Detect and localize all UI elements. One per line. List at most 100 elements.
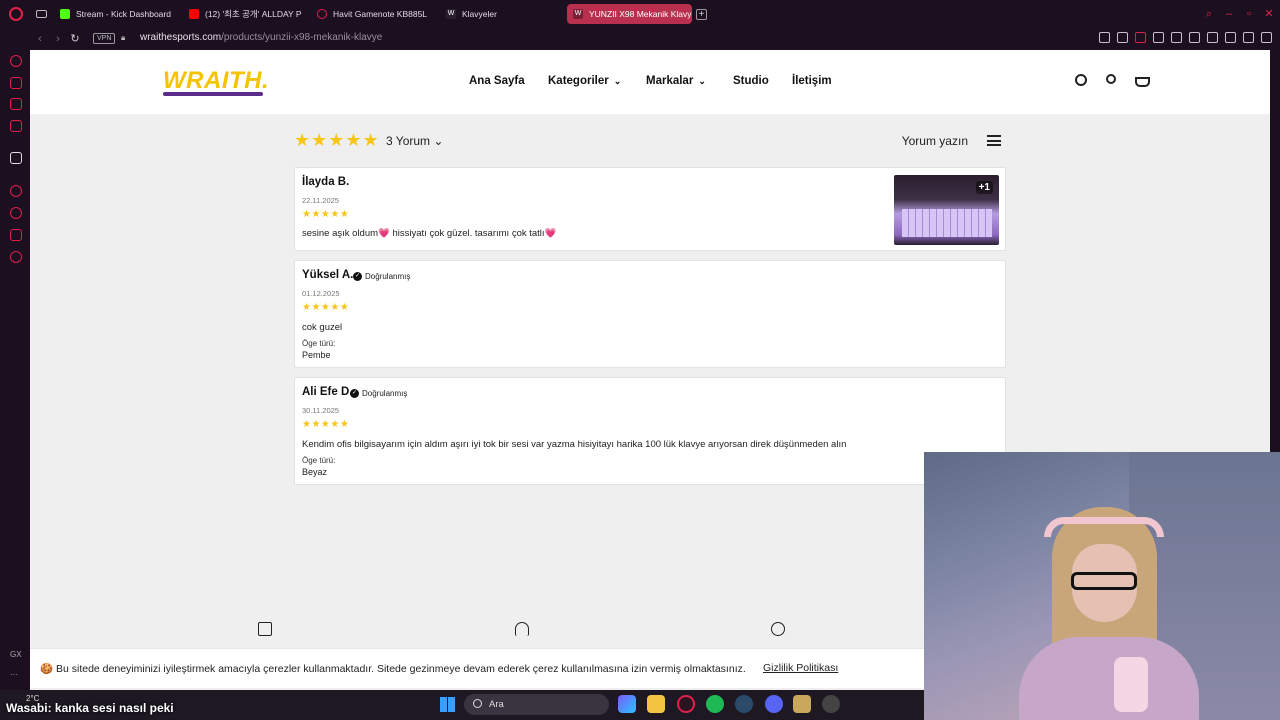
- streamer-body: [1019, 637, 1199, 720]
- privacy-policy-link[interactable]: Gizlilik Politikası: [763, 662, 838, 674]
- tab-klavyeler[interactable]: W Klavyeler: [440, 4, 562, 24]
- sidebar-social-icon[interactable]: [10, 98, 22, 110]
- translate-icon[interactable]: [1207, 32, 1218, 43]
- minimize-icon[interactable]: –: [1223, 8, 1235, 20]
- sidebar-twitch-icon[interactable]: [10, 77, 22, 89]
- variant-label: Öge türü:: [302, 339, 336, 348]
- spotify-icon[interactable]: [706, 695, 724, 713]
- review-text: cok guzel: [302, 322, 343, 333]
- review-date: 22.11.2025: [302, 196, 339, 205]
- puzzle-icon[interactable]: [1225, 32, 1236, 43]
- lock-icon[interactable]: 🔒︎: [121, 33, 129, 43]
- nav-studio[interactable]: Studio: [733, 75, 769, 87]
- file-explorer-icon[interactable]: [647, 695, 665, 713]
- nav-contact[interactable]: İletişim: [792, 75, 832, 87]
- download-icon[interactable]: [1243, 32, 1254, 43]
- forward-icon[interactable]: ›: [52, 32, 64, 46]
- shield-icon[interactable]: [1135, 32, 1146, 43]
- kick-icon: [60, 9, 70, 19]
- maximize-icon[interactable]: ▫: [1243, 8, 1255, 20]
- reviews-header: ★★★★★ 3 Yorum ⌄ Yorum yazın: [294, 130, 1006, 152]
- copilot-icon[interactable]: [618, 695, 636, 713]
- wraith-favicon-icon: W: [446, 9, 456, 19]
- tab-yunzii-active[interactable]: W YUNZII X98 Mekanik Klavy: [567, 4, 692, 24]
- search-icon: [473, 699, 482, 708]
- address-bar: ‹ › ↻ VPN 🔒︎ wraithesports.com/products/…: [0, 28, 1280, 50]
- windows-start-icon[interactable]: [440, 697, 455, 712]
- nav-label: Studio: [733, 75, 769, 87]
- filter-icon[interactable]: [987, 135, 1001, 146]
- search-icon[interactable]: ⌕: [1203, 8, 1215, 20]
- search-icon[interactable]: [1075, 74, 1087, 86]
- windows-taskbar: 2°C Wasabi: kanka sesi nasıl peki Ara: [0, 690, 924, 720]
- reload-icon[interactable]: ↻: [69, 32, 81, 46]
- menu-icon[interactable]: [1261, 32, 1272, 43]
- back-icon[interactable]: ‹: [34, 32, 46, 46]
- tab-label: (12) '최초 공개' ALLDAY P: [205, 9, 302, 19]
- nav-brands[interactable]: Markalar ⌄: [646, 75, 706, 87]
- opera-logo-icon[interactable]: [9, 7, 23, 21]
- cookie-banner: 🍪 Bu sitede deneyiminizi iyileştirmek am…: [30, 648, 930, 688]
- review-photo[interactable]: +1: [894, 175, 999, 245]
- site-header: WRAITH. Ana Sayfa Kategoriler ⌄ Markalar ⌄…: [30, 50, 1270, 114]
- nav-categories[interactable]: Kategoriler ⌄: [548, 75, 621, 87]
- extension-icon[interactable]: [1189, 32, 1200, 43]
- taskbar-search[interactable]: Ara: [464, 694, 609, 715]
- nav-label: Kategoriler: [548, 75, 609, 87]
- chevron-down-icon: ⌄: [698, 76, 706, 86]
- tab-youtube[interactable]: (12) '최초 공개' ALLDAY P: [183, 4, 305, 24]
- tab-overview-icon[interactable]: [36, 10, 47, 18]
- opera-sidebar: GX ···: [0, 50, 30, 720]
- url-field[interactable]: wraithesports.com/products/yunzii-x98-me…: [140, 32, 382, 43]
- logo-underline: [163, 92, 263, 96]
- verified-label: Doğrulanmış: [362, 389, 408, 398]
- sidebar-history-icon[interactable]: [10, 207, 22, 219]
- sidebar-m-icon[interactable]: [10, 120, 22, 132]
- sidebar-settings-icon[interactable]: [10, 251, 22, 263]
- sidebar-more-icon[interactable]: ···: [10, 670, 18, 679]
- microphone-image: [1114, 657, 1148, 712]
- url-domain: wraithesports.com: [140, 32, 222, 43]
- cart-icon[interactable]: [1135, 77, 1150, 87]
- box-icon: [258, 622, 272, 636]
- heart-icon[interactable]: [1171, 32, 1182, 43]
- reviews-count-dropdown[interactable]: 3 Yorum ⌄: [386, 134, 443, 148]
- nav-label: Ana Sayfa: [469, 75, 525, 87]
- reviewer-name: Ali Efe D.: [302, 386, 353, 398]
- tab-havit[interactable]: Havit Gamenote KB885L: [311, 4, 433, 24]
- chevron-down-icon: ⌄: [433, 134, 444, 148]
- play-icon[interactable]: [1153, 32, 1164, 43]
- discord-icon[interactable]: [765, 695, 783, 713]
- review-date: 30.11.2025: [302, 406, 339, 415]
- sidebar-player-icon[interactable]: [10, 185, 22, 197]
- opera-gx-icon[interactable]: [677, 695, 695, 713]
- webcam-overlay: [924, 452, 1280, 720]
- headset-icon: [515, 622, 529, 636]
- sidebar-ai-icon[interactable]: [10, 152, 22, 164]
- nav-home[interactable]: Ana Sayfa: [469, 75, 525, 87]
- snapshot-icon[interactable]: [1117, 32, 1128, 43]
- vpn-badge[interactable]: VPN: [93, 33, 116, 44]
- average-rating-stars: ★★★★★: [294, 130, 380, 150]
- reviews-count-label: 3 Yorum: [386, 134, 431, 148]
- sidebar-speed-icon[interactable]: [10, 55, 22, 67]
- sidebar-gx-label[interactable]: GX: [10, 650, 22, 659]
- tab-kick-dashboard[interactable]: Stream - Kick Dashboard: [54, 4, 182, 24]
- account-icon[interactable]: [1106, 74, 1116, 84]
- obs-icon[interactable]: [822, 695, 840, 713]
- youtube-icon: [189, 9, 199, 19]
- chevron-down-icon: ⌄: [613, 76, 622, 86]
- review-stars: ★★★★★: [302, 209, 350, 220]
- close-icon[interactable]: ✕: [1263, 8, 1275, 20]
- bookmark-icon[interactable]: [1099, 32, 1110, 43]
- reviewer-name: Yüksel A.: [302, 269, 354, 281]
- taskbar-search-label: Ara: [489, 699, 504, 710]
- site-logo[interactable]: WRAITH.: [163, 67, 269, 95]
- steam-icon[interactable]: [735, 695, 753, 713]
- check-icon: ✓: [353, 272, 362, 282]
- sidebar-extensions-icon[interactable]: [10, 229, 22, 241]
- write-review-button[interactable]: Yorum yazın: [902, 134, 968, 148]
- keyboard-image: [902, 209, 992, 237]
- new-tab-button[interactable]: +: [696, 9, 707, 20]
- league-icon[interactable]: [793, 695, 811, 713]
